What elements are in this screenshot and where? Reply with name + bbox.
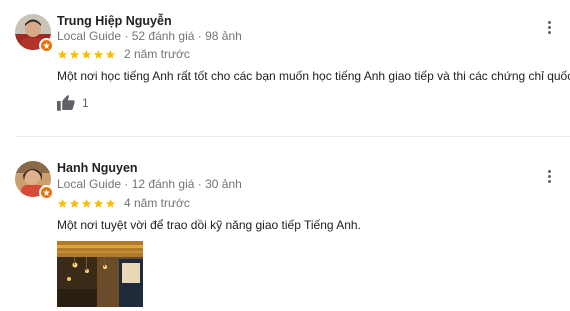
star-icon — [81, 49, 92, 59]
review-text: Một nơi học tiếng Anh rất tốt cho các bạ… — [57, 69, 570, 83]
reviewer-name[interactable]: Hanh Nguyen — [57, 161, 138, 175]
review-date: 4 năm trước — [124, 196, 190, 210]
star-icon — [105, 49, 116, 59]
rating-row: 4 năm trước — [57, 196, 190, 210]
more-vert-icon[interactable] — [540, 167, 558, 185]
reviewer-meta: Local Guide · 52 đánh giá · 98 ảnh — [57, 29, 242, 43]
star-icon — [69, 198, 80, 208]
review-photo[interactable] — [57, 241, 143, 307]
star-icon — [57, 49, 68, 59]
local-guide-badge-icon — [39, 38, 54, 53]
review-date: 2 năm trước — [124, 47, 190, 61]
divider — [15, 136, 570, 137]
thumbs-up-icon — [57, 95, 75, 111]
avatar[interactable] — [15, 14, 54, 53]
star-icon — [93, 198, 104, 208]
star-rating — [57, 198, 116, 209]
like-button[interactable]: 1 — [57, 94, 89, 111]
local-guide-badge-icon — [39, 185, 54, 200]
star-icon — [57, 198, 68, 208]
reviewer-meta: Local Guide · 12 đánh giá · 30 ảnh — [57, 177, 242, 191]
star-rating — [57, 49, 116, 60]
star-icon — [105, 198, 116, 208]
star-icon — [69, 49, 80, 59]
star-icon — [93, 49, 104, 59]
review-text: Một nơi tuyệt vời để trao dồi kỹ năng gi… — [57, 218, 361, 232]
avatar[interactable] — [15, 161, 54, 200]
rating-row: 2 năm trước — [57, 47, 190, 61]
more-vert-icon[interactable] — [540, 18, 558, 36]
reviewer-name[interactable]: Trung Hiệp Nguyễn — [57, 14, 172, 28]
like-count: 1 — [82, 95, 89, 110]
star-icon — [81, 198, 92, 208]
